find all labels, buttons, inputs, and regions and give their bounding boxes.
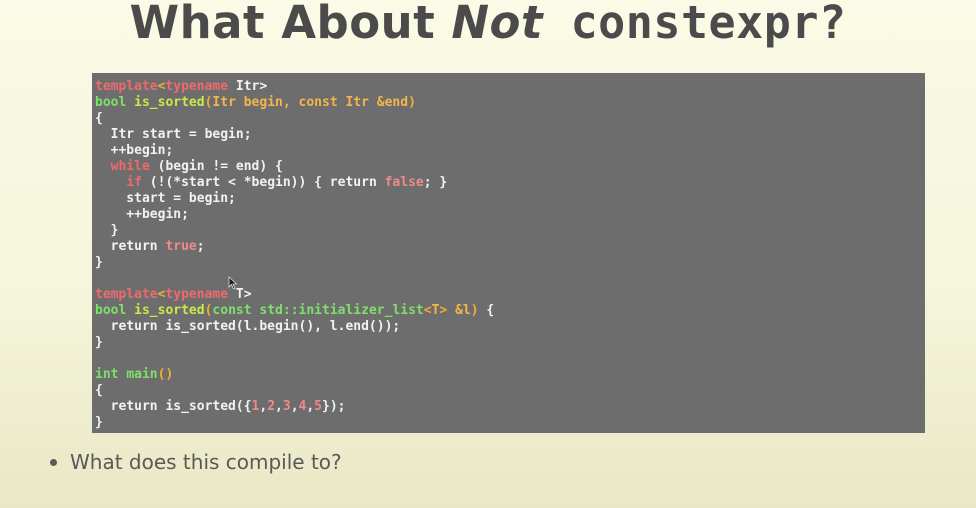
code-token: return is_sorted(l.begin(), l.end()); bbox=[95, 319, 401, 334]
code-token: &l bbox=[455, 303, 471, 318]
code-token: < bbox=[423, 303, 432, 318]
code-token: return is_sorted({ bbox=[95, 399, 252, 414]
code-token: , bbox=[275, 399, 283, 414]
code-line: bool is_sorted(Itr begin, const Itr &end… bbox=[95, 95, 925, 111]
slide-title-keyword: constexpr? bbox=[542, 0, 847, 49]
code-token: } bbox=[95, 415, 103, 430]
code-token: ) bbox=[470, 303, 479, 318]
code-token: return bbox=[95, 239, 166, 254]
code-token: false bbox=[384, 175, 424, 190]
code-line: { bbox=[95, 111, 925, 127]
code-line: ++begin; bbox=[95, 143, 925, 159]
code-token: (!(*start < *begin)) { return bbox=[141, 175, 385, 190]
code-line: { bbox=[95, 383, 925, 399]
code-token: Itr begin, const Itr &end bbox=[212, 95, 409, 110]
code-line: } bbox=[95, 415, 925, 431]
code-token: true bbox=[165, 239, 197, 254]
code-line: start = begin; bbox=[95, 191, 925, 207]
code-line: } bbox=[95, 223, 925, 239]
code-token: typename bbox=[165, 287, 229, 302]
code-token: while bbox=[110, 159, 150, 174]
code-token: } bbox=[95, 255, 103, 270]
slide-title-emphasis: Not bbox=[451, 0, 543, 49]
code-token: { bbox=[95, 111, 103, 126]
code-token: bool bbox=[95, 303, 127, 318]
bullet-item: What does this compile to? bbox=[50, 450, 342, 474]
code-token: ; } bbox=[423, 175, 448, 190]
code-token: bool bbox=[95, 95, 127, 110]
code-line: template<typename T> bbox=[95, 287, 925, 303]
code-line: return is_sorted({1,2,3,4,5}); bbox=[95, 399, 925, 415]
code-token: is_sorted bbox=[134, 303, 205, 318]
code-line: bool is_sorted(const std::initializer_li… bbox=[95, 303, 925, 319]
bullet-text: What does this compile to? bbox=[70, 450, 342, 474]
code-token: > bbox=[439, 303, 456, 318]
code-token: } bbox=[95, 335, 103, 350]
code-token: int bbox=[95, 367, 119, 382]
code-token: , bbox=[306, 399, 315, 414]
code-token: typename bbox=[165, 79, 229, 94]
code-line: Itr start = begin; bbox=[95, 127, 925, 143]
code-token: main bbox=[126, 367, 158, 382]
code-token: , bbox=[290, 399, 299, 414]
code-token: template bbox=[95, 287, 158, 302]
code-token: }); bbox=[322, 399, 346, 414]
code-token: ; bbox=[196, 239, 205, 254]
code-token: ) bbox=[408, 95, 416, 110]
code-token: Itr start = begin; bbox=[95, 127, 252, 142]
code-line: return true; bbox=[95, 239, 925, 255]
code-token: if bbox=[126, 175, 142, 190]
code-line: } bbox=[95, 255, 925, 271]
code-line: } bbox=[95, 335, 925, 351]
code-line: if (!(*start < *begin)) { return false; … bbox=[95, 175, 925, 191]
code-token: start = begin; bbox=[95, 191, 236, 206]
code-line: template<typename Itr> bbox=[95, 79, 925, 95]
code-token: is_sorted bbox=[134, 95, 205, 110]
code-line: ++begin; bbox=[95, 207, 925, 223]
code-block: template<typename Itr> bool is_sorted(Itr… bbox=[92, 73, 925, 431]
bullet-dot-icon bbox=[50, 458, 57, 466]
code-token: () bbox=[157, 367, 174, 382]
code-line: int main() bbox=[95, 367, 925, 383]
code-token: { bbox=[478, 303, 495, 318]
code-line: while (begin != end) { bbox=[95, 159, 925, 175]
code-line: return is_sorted(l.begin(), l.end()); bbox=[95, 319, 925, 335]
slide-title-part1: What About bbox=[129, 0, 452, 49]
mouse-pointer-icon bbox=[228, 276, 238, 290]
code-token: const std::initializer_list bbox=[212, 303, 424, 318]
code-token: (begin != end) { bbox=[149, 159, 283, 174]
code-token: ++begin; bbox=[95, 207, 189, 222]
code-token: 5 bbox=[314, 399, 322, 414]
code-token: Itr> bbox=[228, 79, 268, 94]
code-token: { bbox=[95, 383, 103, 398]
code-token: 2 bbox=[267, 399, 276, 414]
code-token: ++begin; bbox=[95, 143, 174, 158]
code-token: 3 bbox=[282, 399, 291, 414]
code-panel: template<typename Itr> bool is_sorted(Itr… bbox=[92, 73, 925, 433]
code-token: } bbox=[95, 223, 119, 238]
code-token: template bbox=[95, 79, 158, 94]
slide-title: What About Not constexpr? bbox=[0, 0, 976, 49]
